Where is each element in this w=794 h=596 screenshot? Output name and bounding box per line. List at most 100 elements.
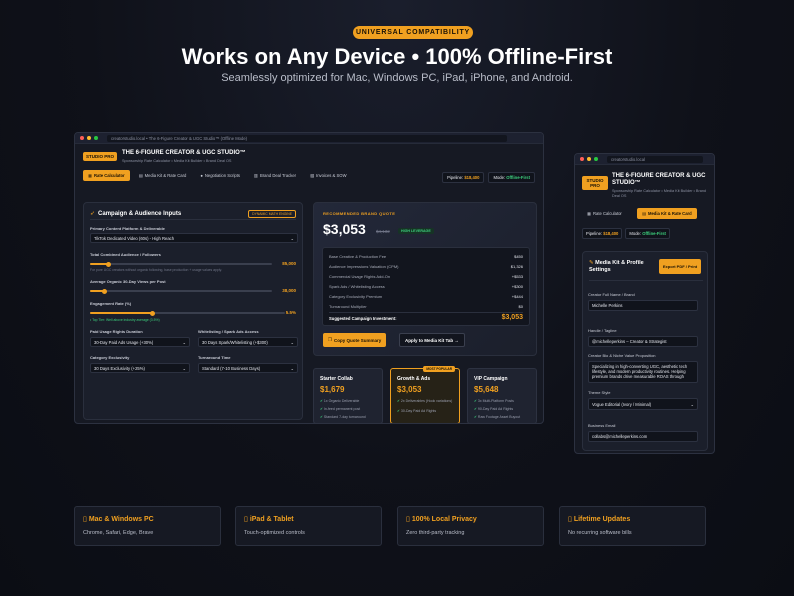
mobile-studio-pro-badge: STUDIO PRO	[582, 176, 608, 190]
app-title: THE 6-FIGURE CREATOR & UGC STUDIO™	[122, 150, 246, 156]
check-icon: ✔	[320, 415, 323, 419]
tab-invoices[interactable]: ▧ Invoices & SOW	[305, 170, 351, 181]
copy-quote-button[interactable]: ❐ Copy Quote Summary	[323, 333, 387, 347]
handle-label: Handle / Tagline	[588, 328, 617, 333]
tab-rate-calculator[interactable]: ▦ Rate Calculator	[83, 170, 130, 181]
tier-feature: ✔ 90-Day Paid Ad Rights	[474, 407, 514, 411]
check-icon: ✔	[474, 415, 477, 419]
chat-icon: ●	[200, 173, 203, 178]
theme-select[interactable]: Vogue Editorial (Ivory / Minimal) ⌄	[588, 398, 698, 410]
quote-row-label: Base Creative & Production Fee	[329, 254, 387, 259]
turnaround-label: Turnaround Time	[198, 355, 231, 360]
whitelist-label: Whitelisting / Spark Ads Access	[198, 329, 259, 334]
mobile-tab-rate-calculator[interactable]: ▦ Rate Calculator	[582, 208, 627, 219]
mobile-mode-pill: Mode: Offline-First	[625, 228, 670, 239]
minimize-dot-icon[interactable]	[587, 157, 591, 161]
tab-negotiation-scripts[interactable]: ● Negotiation Scripts	[195, 170, 245, 181]
handle-input[interactable]: @michelleperkins – Creator & Strategist	[588, 336, 698, 347]
maximize-dot-icon[interactable]	[594, 157, 598, 161]
mobile-window: creatorstudio.local STUDIO PRO THE 6-FIG…	[574, 153, 715, 454]
refresh-icon: ▯	[568, 516, 572, 523]
most-popular-badge: MOST POPULAR	[423, 366, 455, 372]
compatibility-badge: UNIVERSAL COMPATIBILITY	[353, 26, 473, 39]
export-pdf-button[interactable]: Export PDF / Print	[659, 259, 701, 274]
email-input[interactable]: collabs@michelleperkins.com	[588, 431, 698, 442]
quote-row-label: Commercial Usage Rights Add-On	[329, 274, 391, 279]
tier-card[interactable]: VIP Campaign $5,648 ✔ 3x Multi-Platform Po…	[467, 368, 537, 423]
quote-row-label: Audience Impressions Valuation (CPM)	[329, 264, 399, 269]
close-dot-icon[interactable]	[580, 157, 584, 161]
tablet-icon: ▯	[244, 516, 248, 523]
turnaround-select[interactable]: Standard (7-10 Business Days) ⌄	[198, 363, 298, 373]
mobile-tab-media-kit[interactable]: ▤ Media Kit & Rate Card	[637, 208, 697, 219]
views-slider[interactable]	[90, 288, 272, 294]
check-icon: ✔	[320, 407, 323, 411]
brand-quote-panel: RECOMMENDED BRAND QUOTE $3,053 $4,132 HI…	[313, 202, 537, 356]
tier-card[interactable]: Growth & Ads $3,053 MOST POPULAR ✔ 2x Deliv…	[390, 366, 460, 423]
tier-feature: ✔ Raw Footage Asset Buyout	[474, 415, 521, 419]
close-dot-icon[interactable]	[80, 136, 84, 140]
tier-feature: ✔ 30-Day Paid Ad Rights	[397, 409, 437, 413]
feature-tablet: ▯ iPad & Tablet Touch-optimized controls	[235, 506, 382, 546]
media-kit-panel: ✎ Media Kit & Profile Settings Export PD…	[582, 251, 708, 451]
audience-hint: For pure UGC creators without organic fo…	[90, 268, 222, 272]
rocket-icon: ➶	[90, 211, 96, 217]
quote-heading: RECOMMENDED BRAND QUOTE	[323, 211, 396, 216]
inputs-heading: Campaign & Audience Inputs	[98, 210, 182, 217]
exclusivity-select[interactable]: 30 Days Exclusivity (+25%) ⌄	[90, 363, 190, 373]
mode-pill: Mode: Offline-First	[488, 172, 535, 183]
main-tabs: ▦ Rate Calculator ▤ Media Kit & Rate Card …	[83, 170, 352, 181]
tier-card[interactable]: Starter Collab $1,679 ✔ 1x Organic Deliver…	[313, 368, 383, 423]
desktop-title-bar: creatorstudio.local • The 6-Figure Creat…	[75, 133, 543, 144]
quote-row-value: $1,326	[510, 264, 523, 269]
minimize-dot-icon[interactable]	[87, 136, 91, 140]
tier-feature: ✔ 1x Organic Deliverable	[320, 399, 360, 403]
tier-feature: ✔ Standard 7-day turnaround	[320, 415, 366, 419]
engagement-label: Engagement Rate (%)	[90, 301, 132, 306]
whitelist-select[interactable]: 30 Days Spark/Whitelisting (+$300) ⌄	[198, 337, 298, 347]
app-subtitle: Sponsorship Rate Calculator • Media Kit …	[122, 159, 232, 163]
engagement-hint: • Top Tier: Well above industry average …	[90, 318, 160, 322]
apply-media-kit-button[interactable]: Apply to Media Kit Tab →	[399, 333, 465, 347]
platform-label: Primary Content Platform & Deliverable	[90, 226, 165, 231]
views-value: 38,000	[282, 288, 296, 293]
tab-media-kit[interactable]: ▤ Media Kit & Rate Card	[134, 170, 192, 181]
email-label: Business Email	[588, 423, 616, 428]
usage-select[interactable]: 30-Day Paid Ads Usage (+30%) ⌄	[90, 337, 190, 347]
theme-label: Theme Style	[588, 390, 611, 395]
check-icon: ✔	[474, 399, 477, 403]
check-icon: ✔	[320, 399, 323, 403]
chevron-down-icon: ⌄	[290, 365, 294, 371]
bio-textarea[interactable]: Specializing in high-converting UGC, aes…	[588, 361, 698, 383]
chevron-down-icon: ⌄	[290, 339, 294, 345]
tier-feature: ✔ In-feed permanent post	[320, 407, 361, 411]
quote-total-label: Suggested Campaign Investment:	[329, 316, 397, 321]
audience-slider[interactable]	[90, 261, 272, 267]
name-input[interactable]: Michelle Perkins	[588, 300, 698, 311]
mobile-pipeline-pill: Pipeline: $18,400	[582, 228, 623, 239]
studio-pro-badge: STUDIO PRO	[83, 152, 118, 161]
usage-label: Paid Usage Rights Duration	[90, 329, 143, 334]
tab-brand-deal-tracker[interactable]: ▥ Brand Deal Tracker	[249, 170, 301, 181]
tier-name: Growth & Ads	[397, 376, 431, 382]
engagement-slider[interactable]	[90, 310, 285, 316]
mobile-address-bar[interactable]: creatorstudio.local	[607, 155, 703, 163]
document-icon: ▤	[138, 173, 143, 178]
mobile-app-title: THE 6-FIGURE CREATOR & UGC STUDIO™	[612, 173, 706, 186]
feature-desktop: ▯ Mac & Windows PC Chrome, Safari, Edge,…	[74, 506, 221, 546]
quote-total-value: $3,053	[501, 314, 523, 321]
platform-select[interactable]: TikTok Dedicated Video (60s) - High Reac…	[90, 233, 298, 243]
quote-amount: $3,053	[323, 221, 366, 237]
lock-icon: ▯	[406, 516, 410, 523]
maximize-dot-icon[interactable]	[94, 136, 98, 140]
quote-row-value: +$300	[511, 284, 523, 289]
chevron-down-icon: ⌄	[182, 365, 186, 371]
address-bar[interactable]: creatorstudio.local • The 6-Figure Creat…	[107, 134, 507, 142]
chevron-down-icon: ⌄	[182, 339, 186, 345]
chevron-down-icon: ⌄	[290, 235, 294, 241]
tier-price: $3,053	[397, 385, 422, 394]
views-label: Average Organic 30-Day Views per Post	[90, 279, 166, 284]
mobile-status-pills: Pipeline: $18,400 Mode: Offline-First	[582, 228, 670, 239]
quote-old-amount: $4,132	[376, 229, 390, 234]
feature-privacy: ▯ 100% Local Privacy Zero third-party tr…	[397, 506, 544, 546]
